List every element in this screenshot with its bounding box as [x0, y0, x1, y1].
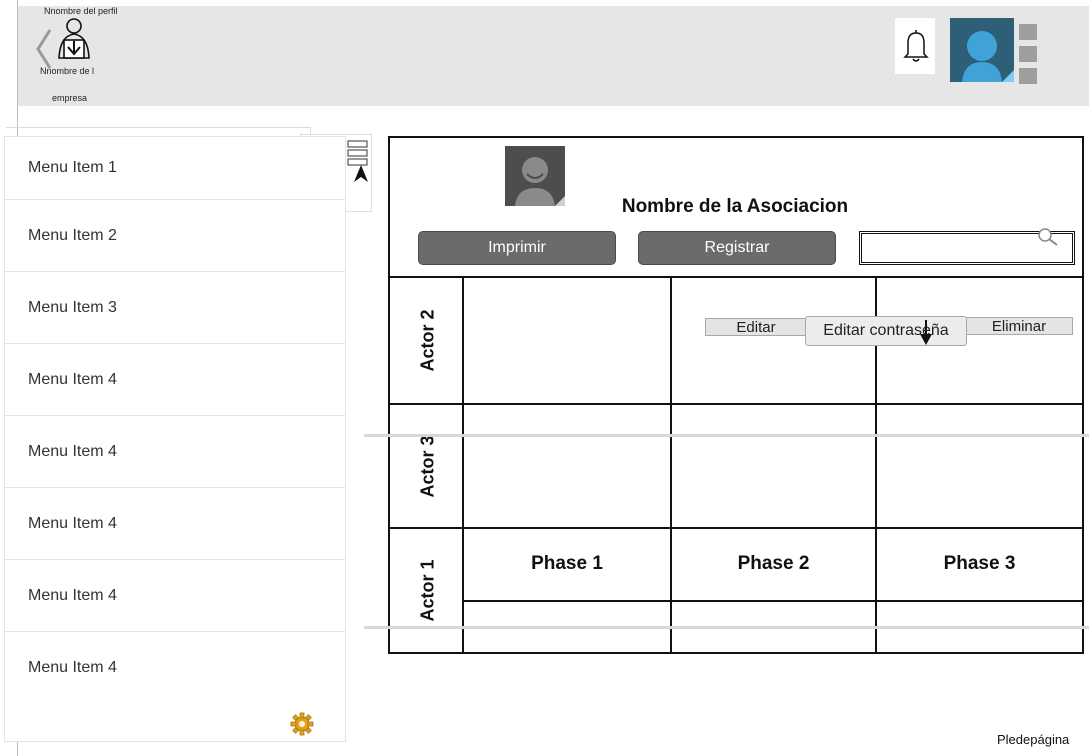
menu-item[interactable]: Menu Item 1 — [4, 136, 346, 200]
menu-item-label: Menu Item 3 — [28, 298, 117, 316]
menu-item-label: Menu Item 2 — [28, 226, 117, 244]
menu-square-2[interactable] — [1019, 46, 1037, 62]
grid-line — [388, 403, 1084, 405]
menu-item-label: Menu Item 1 — [28, 159, 117, 176]
menu-item-label: Menu Item 4 — [28, 514, 117, 532]
profile-icon[interactable] — [56, 18, 96, 73]
gear-icon[interactable] — [290, 712, 314, 741]
menu-item-label: Menu Item 4 — [28, 586, 117, 604]
company-name-line2: empresa — [52, 93, 88, 103]
bell-icon[interactable] — [903, 28, 929, 69]
back-chevron-icon[interactable] — [34, 27, 54, 76]
sidebar-menu: Menu Item 1 Menu Item 2 Menu Item 3 Menu… — [4, 136, 346, 704]
actor-label-text: Actor 3 — [417, 434, 438, 498]
edit-button[interactable]: Editar — [705, 318, 807, 336]
arrow-down-icon — [919, 320, 933, 351]
menu-item[interactable]: Menu Item 4 — [4, 560, 346, 632]
panel-header-rule — [388, 276, 1084, 278]
cursor-icon — [352, 164, 370, 189]
menu-square-1[interactable] — [1019, 24, 1037, 40]
print-button[interactable]: Imprimir — [418, 231, 616, 265]
menu-item[interactable]: Menu Item 3 — [4, 272, 346, 344]
phase-label: Phase 2 — [737, 553, 810, 574]
user-avatar-icon[interactable] — [950, 18, 1014, 82]
actor-label-text: Actor 1 — [417, 559, 438, 622]
page-footer: Pledepágina — [997, 732, 1070, 747]
menu-item[interactable]: Menu Item 4 — [4, 632, 346, 704]
association-title: Nombre de la Asociacion — [621, 196, 849, 217]
actor-label: Actor 2 — [390, 278, 466, 403]
menu-item-label: Menu Item 4 — [28, 370, 117, 388]
search-icon[interactable] — [1037, 227, 1059, 252]
actor-label: Actor 1 — [390, 529, 466, 652]
menu-item[interactable]: Menu Item 4 — [4, 488, 346, 560]
edit-password-button[interactable]: Editar contraseña — [805, 316, 967, 346]
register-button[interactable]: Registrar — [638, 231, 836, 265]
menu-item[interactable]: Menu Item 4 — [4, 416, 346, 488]
actor-label: Actor 3 — [390, 405, 466, 527]
menu-item-label: Menu Item 4 — [28, 442, 117, 460]
actor-label-text: Actor 2 — [417, 309, 438, 372]
menu-item[interactable]: Menu Item 2 — [4, 200, 346, 272]
grid-line — [670, 277, 672, 654]
grid-line — [388, 527, 1084, 529]
phase-label: Phase 3 — [943, 553, 1016, 574]
menu-item[interactable]: Menu Item 4 — [4, 344, 346, 416]
profile-name: Nnombre del perfil — [44, 6, 118, 16]
divider — [364, 434, 1089, 437]
delete-button[interactable]: Eliminar — [965, 317, 1073, 335]
divider — [364, 626, 1089, 629]
phase-label: Phase 1 — [531, 553, 603, 574]
grid-line — [462, 600, 1084, 602]
menu-square-3[interactable] — [1019, 68, 1037, 84]
association-avatar-icon — [505, 146, 565, 206]
menu-item-label: Menu Item 4 — [28, 658, 117, 676]
